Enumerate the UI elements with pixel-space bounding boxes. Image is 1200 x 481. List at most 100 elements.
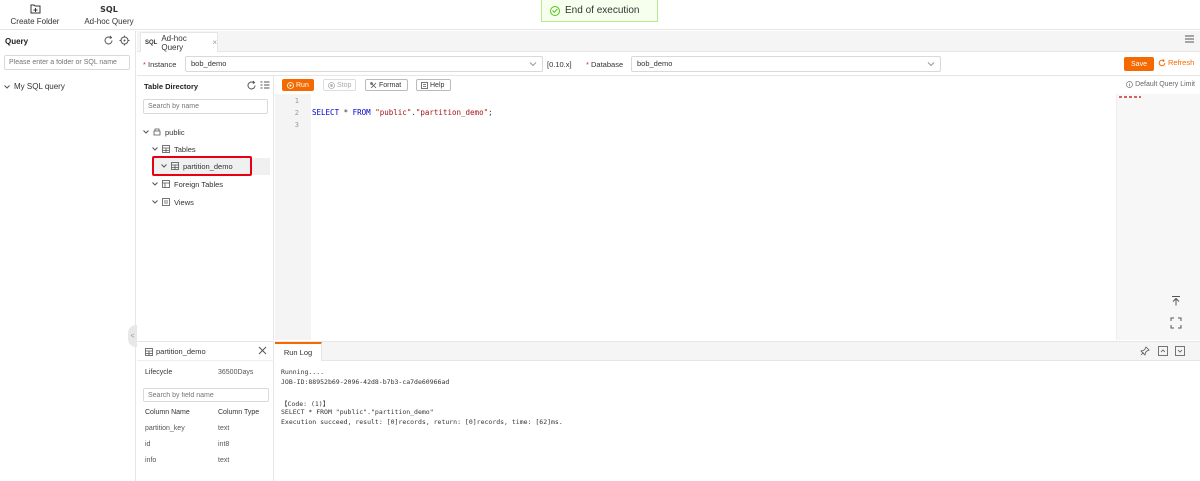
help-button[interactable]: Help (416, 79, 451, 91)
foreign-tables-label: Foreign Tables (174, 179, 224, 189)
refresh-icon[interactable] (246, 80, 257, 91)
chevron-down-icon (152, 200, 158, 204)
chevron-down-icon (152, 147, 158, 151)
chevron-down-icon (143, 130, 149, 134)
instance-select[interactable]: bob_demo (185, 56, 543, 72)
tree-node-foreign-tables[interactable]: Foreign Tables (152, 178, 223, 190)
run-label: Run (296, 81, 309, 89)
field-search-input[interactable] (143, 388, 269, 402)
create-folder-button[interactable]: Create Folder (4, 3, 66, 29)
chevron-down-icon (4, 84, 10, 89)
chevron-left-icon: < (130, 332, 135, 340)
table-icon (162, 145, 170, 153)
my-sql-query-label: My SQL query (14, 82, 65, 91)
default-query-limit[interactable]: Default Query Limit (1126, 81, 1195, 88)
stop-label: Stop (337, 81, 352, 89)
database-label-text: Database (591, 60, 624, 69)
format-button[interactable]: Format (365, 79, 408, 91)
collapse-panel-handle[interactable]: < (128, 325, 137, 347)
database-select[interactable]: bob_demo (631, 56, 941, 72)
sql-token: ; (488, 108, 493, 117)
format-label: Format (379, 81, 402, 89)
tree-node-tables[interactable]: Tables (152, 143, 196, 155)
run-button[interactable]: Run (282, 79, 314, 91)
line-number: 1 (294, 97, 299, 105)
chevron-down-icon (152, 182, 158, 186)
save-button[interactable]: Save (1124, 57, 1154, 71)
my-sql-query-item[interactable]: My SQL query (4, 82, 65, 91)
query-panel-title: Query (5, 37, 29, 46)
instance-label-text: Instance (148, 60, 177, 69)
schema-label: public (165, 127, 185, 137)
chevron-down-icon (529, 57, 537, 71)
sql-keyword: FROM (352, 108, 371, 117)
run-log-tabbar (322, 342, 1200, 361)
column-name-header: Column Name (145, 409, 190, 416)
tab-strip: SQL Ad-hoc Query × (137, 31, 1200, 52)
sql-editor[interactable]: SELECT * FROM "public"."partition_demo"; (311, 94, 1116, 340)
refresh-icon (1158, 58, 1166, 67)
column-name: partition_key (145, 425, 185, 432)
column-name: id (145, 441, 151, 448)
maximize-icon[interactable] (1158, 346, 1168, 356)
refresh-button[interactable]: Refresh (1158, 58, 1194, 67)
log-line: JOB-ID:88952b69-2096-42d8-b7b3-ca7de6096… (281, 378, 450, 386)
sql-keyword: SELECT (312, 108, 340, 117)
fullscreen-icon[interactable] (1170, 317, 1182, 329)
close-icon[interactable]: × (212, 38, 217, 47)
info-icon (1126, 81, 1133, 88)
folder-plus-icon (4, 3, 66, 15)
foreign-table-icon (162, 180, 170, 188)
pin-icon[interactable] (1140, 346, 1150, 356)
locate-icon[interactable] (119, 35, 130, 46)
lifecycle-label: Lifecycle (145, 369, 173, 376)
menu-icon[interactable] (1185, 35, 1194, 43)
refresh-label: Refresh (1168, 58, 1195, 67)
instance-value: bob_demo (191, 59, 227, 68)
table-detail-header: partition_demo (137, 342, 274, 361)
scroll-to-top-icon[interactable] (1170, 295, 1182, 307)
tab-adhoc-query[interactable]: SQL Ad-hoc Query × (140, 32, 218, 52)
editor-minimap[interactable] (1116, 94, 1200, 340)
sql-token: * (339, 108, 353, 117)
minimap-code-preview (1119, 96, 1141, 98)
code-line: SELECT * FROM "public"."partition_demo"; (312, 108, 493, 117)
chevron-down-icon (927, 57, 935, 71)
required-marker: * (586, 60, 589, 69)
sql-string: "partition_demo" (415, 108, 489, 117)
adhoc-query-button[interactable]: SQL Ad-hoc Query (78, 3, 140, 29)
tree-node-schema[interactable]: public (143, 126, 185, 138)
stop-button[interactable]: Stop (323, 79, 356, 91)
column-type: int8 (218, 441, 230, 448)
toast-message: End of execution (565, 5, 640, 16)
table-search-input[interactable] (143, 99, 268, 114)
column-type-header: Column Type (218, 409, 260, 416)
line-number-gutter: 1 2 3 (275, 94, 311, 340)
help-icon (421, 81, 428, 89)
run-log-panel: Run Log Running.... JOB-ID:88952b69-2096… (275, 341, 1200, 481)
tables-label: Tables (174, 144, 196, 154)
help-label: Help (430, 81, 445, 89)
query-panel: Query My SQL query < (0, 31, 137, 481)
format-icon (370, 81, 377, 89)
tree-node-partition-demo[interactable]: partition_demo (161, 160, 233, 172)
minimize-icon[interactable] (1175, 346, 1185, 356)
table-directory-panel: Table Directory public Tables partition_… (137, 76, 274, 340)
table-icon (145, 347, 153, 356)
list-view-icon[interactable] (260, 80, 270, 90)
tab-label: Ad-hoc Query (161, 33, 187, 52)
tree-node-views[interactable]: Views (152, 196, 194, 208)
required-marker: * (143, 60, 146, 69)
close-icon[interactable] (258, 346, 267, 355)
tab-run-log[interactable]: Run Log (275, 342, 322, 361)
column-type: text (218, 425, 230, 432)
folder-search-input[interactable] (4, 55, 130, 70)
schema-icon (153, 128, 161, 136)
stop-icon (328, 81, 335, 89)
view-icon (162, 198, 170, 206)
sql-icon-text: SQL (100, 4, 118, 14)
sql-icon: SQL (78, 3, 140, 15)
log-line: Running.... (281, 368, 325, 376)
refresh-icon[interactable] (103, 35, 114, 46)
query-limit-label: Default Query Limit (1135, 81, 1195, 88)
